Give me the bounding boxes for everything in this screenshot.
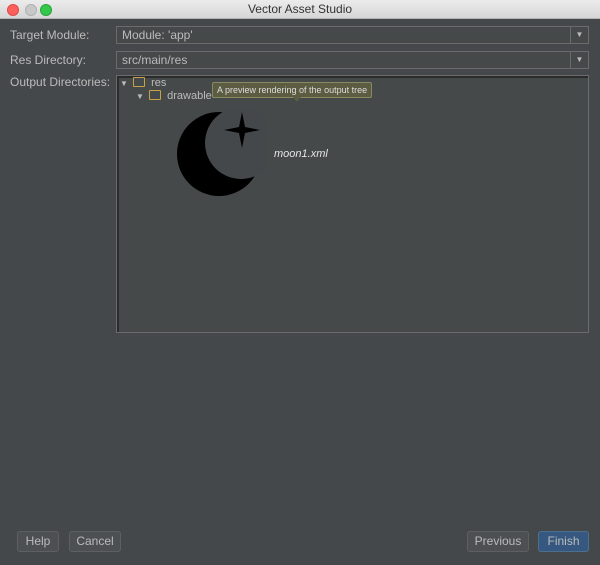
- vector-asset-studio-dialog: Vector Asset Studio Target Module: Modul…: [0, 0, 600, 565]
- window-title: Vector Asset Studio: [247, 2, 353, 16]
- previous-button[interactable]: Previous: [467, 531, 529, 552]
- expand-triangle-icon[interactable]: ▼: [136, 91, 146, 103]
- tree-item-label: res: [151, 77, 167, 89]
- tree-item-res[interactable]: ▼ res: [120, 77, 166, 89]
- minimize-window-button[interactable]: [25, 4, 37, 16]
- target-module-dropdown[interactable]: Module: 'app' ▼: [116, 26, 589, 44]
- res-directory-value: src/main/res: [122, 53, 188, 67]
- folder-icon: [133, 77, 146, 88]
- moon-star-icon: [177, 110, 266, 196]
- target-module-label: Target Module:: [10, 28, 90, 42]
- tooltip-pointer: [293, 97, 301, 102]
- cancel-button[interactable]: Cancel: [69, 531, 121, 552]
- preview-tooltip: A preview rendering of the output tree: [212, 82, 373, 102]
- target-module-value: Module: 'app': [122, 28, 193, 42]
- finish-button[interactable]: Finish: [538, 531, 589, 552]
- help-button[interactable]: Help: [17, 531, 59, 552]
- output-directories-label: Output Directories:: [10, 75, 111, 89]
- chevron-down-icon[interactable]: ▼: [570, 27, 588, 43]
- tooltip-text: A preview rendering of the output tree: [217, 85, 368, 95]
- chevron-down-icon[interactable]: ▼: [570, 52, 588, 68]
- title-bar: Vector Asset Studio: [0, 0, 600, 19]
- maximize-window-button[interactable]: [40, 4, 52, 16]
- file-name-label: moon1.xml: [274, 148, 328, 160]
- close-window-button[interactable]: [7, 4, 19, 16]
- res-directory-label: Res Directory:: [10, 53, 87, 67]
- res-directory-dropdown[interactable]: src/main/res ▼: [116, 51, 589, 69]
- folder-icon: [149, 90, 162, 101]
- tree-item-label: drawable: [167, 90, 212, 102]
- tree-item-drawable[interactable]: ▼ drawable: [136, 90, 212, 102]
- expand-triangle-icon[interactable]: ▼: [120, 78, 130, 90]
